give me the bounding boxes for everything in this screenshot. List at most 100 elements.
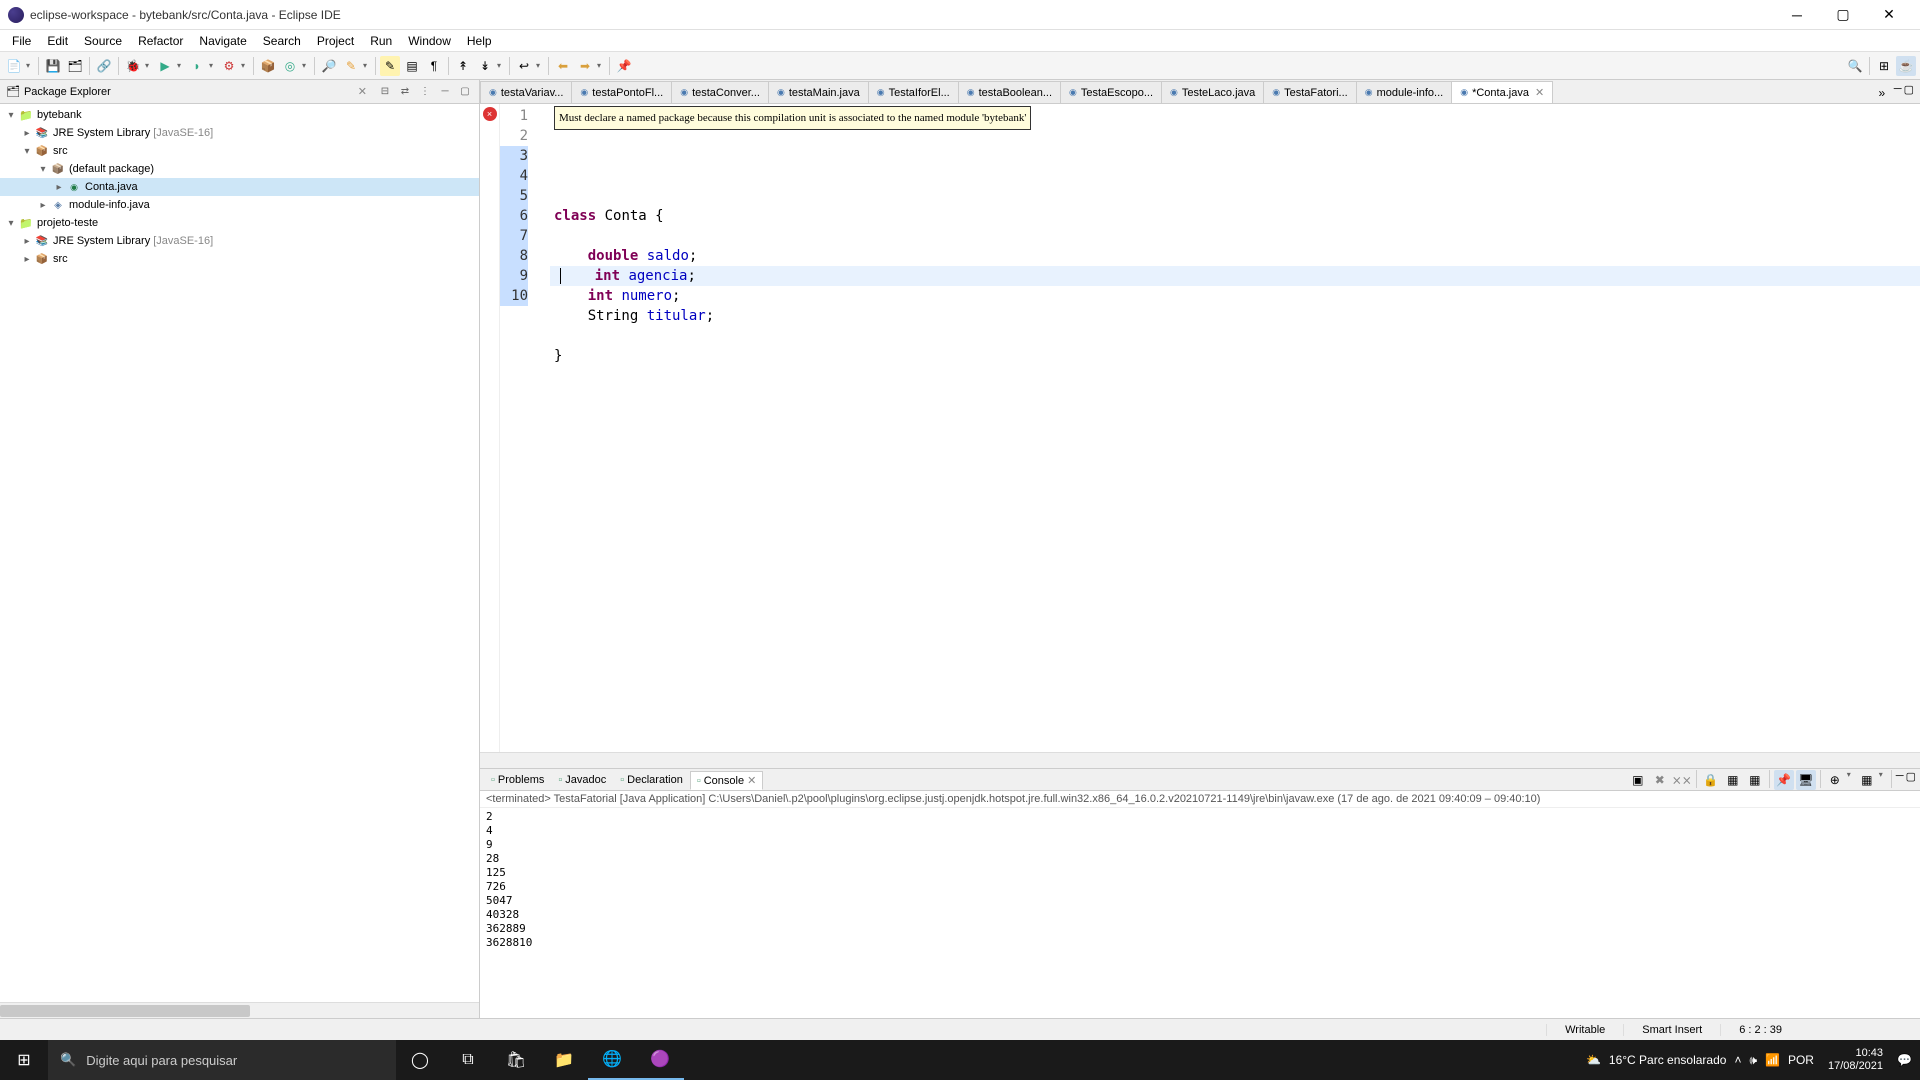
pin-button[interactable]: 📌 (614, 56, 634, 76)
open-perspective-button[interactable]: ⊞ (1874, 56, 1894, 76)
show-whitespace-button[interactable]: ¶ (424, 56, 444, 76)
tray-chevron-icon[interactable]: ˄ (1734, 1053, 1741, 1067)
taskbar-search[interactable]: 🔍 Digite aqui para pesquisar (48, 1040, 396, 1080)
tree-item-conta-java[interactable]: ▸Conta.java (0, 178, 479, 196)
menu-project[interactable]: Project (309, 31, 362, 51)
editor-tab[interactable]: ◉testaVariav... (480, 81, 572, 103)
tree-item-bytebank[interactable]: ▾bytebank (0, 106, 479, 124)
link-editor-icon[interactable]: ⇄ (397, 84, 413, 100)
close-view-icon[interactable]: ✕ (358, 85, 367, 98)
editor-body[interactable]: × 12345678910 Must declare a named packa… (480, 104, 1920, 752)
minimize-button[interactable]: ─ (1774, 0, 1820, 30)
menu-file[interactable]: File (4, 31, 39, 51)
task-view-icon[interactable]: ⧉ (444, 1040, 492, 1080)
editor-min-icon[interactable]: ─ (1894, 83, 1902, 103)
save-button[interactable]: 💾 (43, 56, 63, 76)
console-clear-icon[interactable]: ▣ (1628, 770, 1648, 790)
bottom-tab-problems[interactable]: ▫Problems (484, 771, 551, 789)
toggle-mark-button[interactable]: ✎ (380, 56, 400, 76)
start-button[interactable]: ⊞ (0, 1040, 48, 1080)
maximize-button[interactable]: ▢ (1820, 0, 1866, 30)
tree-item-module-info-java[interactable]: ▸module-info.java (0, 196, 479, 214)
save-all-button[interactable]: 🗂 (65, 56, 85, 76)
editor-tab[interactable]: ◉testaMain.java (768, 81, 869, 103)
close-tab-icon[interactable]: ✕ (1535, 86, 1544, 99)
console-open-icon[interactable]: ⊕ (1825, 770, 1845, 790)
new-package-button[interactable]: 📦 (258, 56, 278, 76)
menu-refactor[interactable]: Refactor (130, 31, 191, 51)
annotation-prev-button[interactable]: ↟ (453, 56, 473, 76)
tree-item-src[interactable]: ▾src (0, 142, 479, 160)
console-output[interactable]: 249281257265047403283628893628810 (480, 808, 1920, 1018)
view-menu-icon[interactable]: ⋮ (417, 84, 433, 100)
editor-tab[interactable]: ◉TesteLaco.java (1161, 81, 1264, 103)
tree-item-jre-system-library[interactable]: ▸JRE System Library[JavaSE-16] (0, 232, 479, 250)
toggle-block-button[interactable]: ▤ (402, 56, 422, 76)
network-icon[interactable]: 🕪 (1749, 1053, 1757, 1068)
tab-list-icon[interactable]: » (1872, 83, 1892, 103)
store-icon[interactable]: 🛍 (492, 1040, 540, 1080)
editor-tab[interactable]: ◉TestaFatori... (1263, 81, 1356, 103)
console-scroll-lock-icon[interactable]: 🔒 (1701, 770, 1721, 790)
collapse-all-icon[interactable]: ⊟ (377, 84, 393, 100)
sidebar-hscroll[interactable] (0, 1002, 479, 1018)
tree-item--default-package-[interactable]: ▾(default package) (0, 160, 479, 178)
console-maximize-icon[interactable]: ▢ (1906, 770, 1916, 790)
maximize-view-icon[interactable]: ▢ (457, 84, 473, 100)
bottom-tab-javadoc[interactable]: ▫Javadoc (551, 771, 613, 789)
last-edit-button[interactable]: ↩ (514, 56, 534, 76)
menu-window[interactable]: Window (400, 31, 459, 51)
quick-access-icon[interactable]: 🔍 (1845, 56, 1865, 76)
editor-tab[interactable]: ◉*Conta.java✕ (1451, 81, 1553, 103)
file-explorer-icon[interactable]: 📁 (540, 1040, 588, 1080)
forward-button[interactable]: ➡ (575, 56, 595, 76)
eclipse-taskbar-icon[interactable]: 🟣 (636, 1040, 684, 1080)
console-new-icon[interactable]: ▦ (1857, 770, 1877, 790)
cortana-icon[interactable]: ◯ (396, 1040, 444, 1080)
error-marker-icon[interactable]: × (483, 107, 497, 121)
external-button[interactable]: ⚙ (219, 56, 239, 76)
package-tree[interactable]: ▾bytebank▸JRE System Library[JavaSE-16]▾… (0, 104, 479, 1002)
bottom-tab-declaration[interactable]: ▫Declaration (613, 771, 690, 789)
console-show-stderr-icon[interactable]: ▦ (1745, 770, 1765, 790)
open-type-button[interactable]: 🔎 (319, 56, 339, 76)
menu-edit[interactable]: Edit (39, 31, 76, 51)
tree-item-jre-system-library[interactable]: ▸JRE System Library[JavaSE-16] (0, 124, 479, 142)
editor-tab[interactable]: ◉TestaEscopo... (1060, 81, 1162, 103)
coverage-button[interactable]: ◗ (187, 56, 207, 76)
close-tab-icon[interactable]: ✕ (747, 774, 756, 787)
console-remove-icon[interactable]: ✖ (1650, 770, 1670, 790)
menu-run[interactable]: Run (362, 31, 400, 51)
new-button[interactable]: 📄 (4, 56, 24, 76)
taskbar-clock[interactable]: 10:43 17/08/2021 (1822, 1047, 1889, 1073)
bottom-tab-console[interactable]: ▫Console✕ (690, 771, 763, 790)
volume-icon[interactable]: 📶 (1765, 1053, 1780, 1067)
tree-item-src[interactable]: ▸src (0, 250, 479, 268)
chrome-icon[interactable]: 🌐 (588, 1040, 636, 1080)
annotation-next-button[interactable]: ↡ (475, 56, 495, 76)
console-display-icon[interactable]: 🖥 (1796, 770, 1816, 790)
language-indicator[interactable]: POR (1788, 1053, 1814, 1067)
weather-text[interactable]: 16°C Parc ensolarado (1609, 1053, 1727, 1067)
notifications-icon[interactable]: 💬 (1897, 1053, 1912, 1067)
console-pin-icon[interactable]: 📌 (1774, 770, 1794, 790)
menu-source[interactable]: Source (76, 31, 130, 51)
editor-hscroll[interactable] (480, 752, 1920, 768)
new-class-button[interactable]: ◎ (280, 56, 300, 76)
minimize-view-icon[interactable]: ─ (437, 84, 453, 100)
menu-help[interactable]: Help (459, 31, 500, 51)
console-minimize-icon[interactable]: ─ (1896, 770, 1904, 790)
tree-item-projeto-teste[interactable]: ▾projeto-teste (0, 214, 479, 232)
editor-tab[interactable]: ◉testaPontoFl... (571, 81, 672, 103)
menu-search[interactable]: Search (255, 31, 309, 51)
back-button[interactable]: ⬅ (553, 56, 573, 76)
toggle-button[interactable]: 🔗 (94, 56, 114, 76)
editor-max-icon[interactable]: ▢ (1904, 83, 1914, 103)
editor-tab[interactable]: ◉module-info... (1356, 81, 1453, 103)
close-button[interactable]: ✕ (1866, 0, 1912, 30)
run-button[interactable]: ▶ (155, 56, 175, 76)
editor-tab[interactable]: ◉TestaIforEl... (868, 81, 959, 103)
weather-icon[interactable]: ⛅ (1586, 1053, 1601, 1067)
java-perspective-button[interactable]: ☕ (1896, 56, 1916, 76)
editor-tab[interactable]: ◉testaConver... (671, 81, 769, 103)
